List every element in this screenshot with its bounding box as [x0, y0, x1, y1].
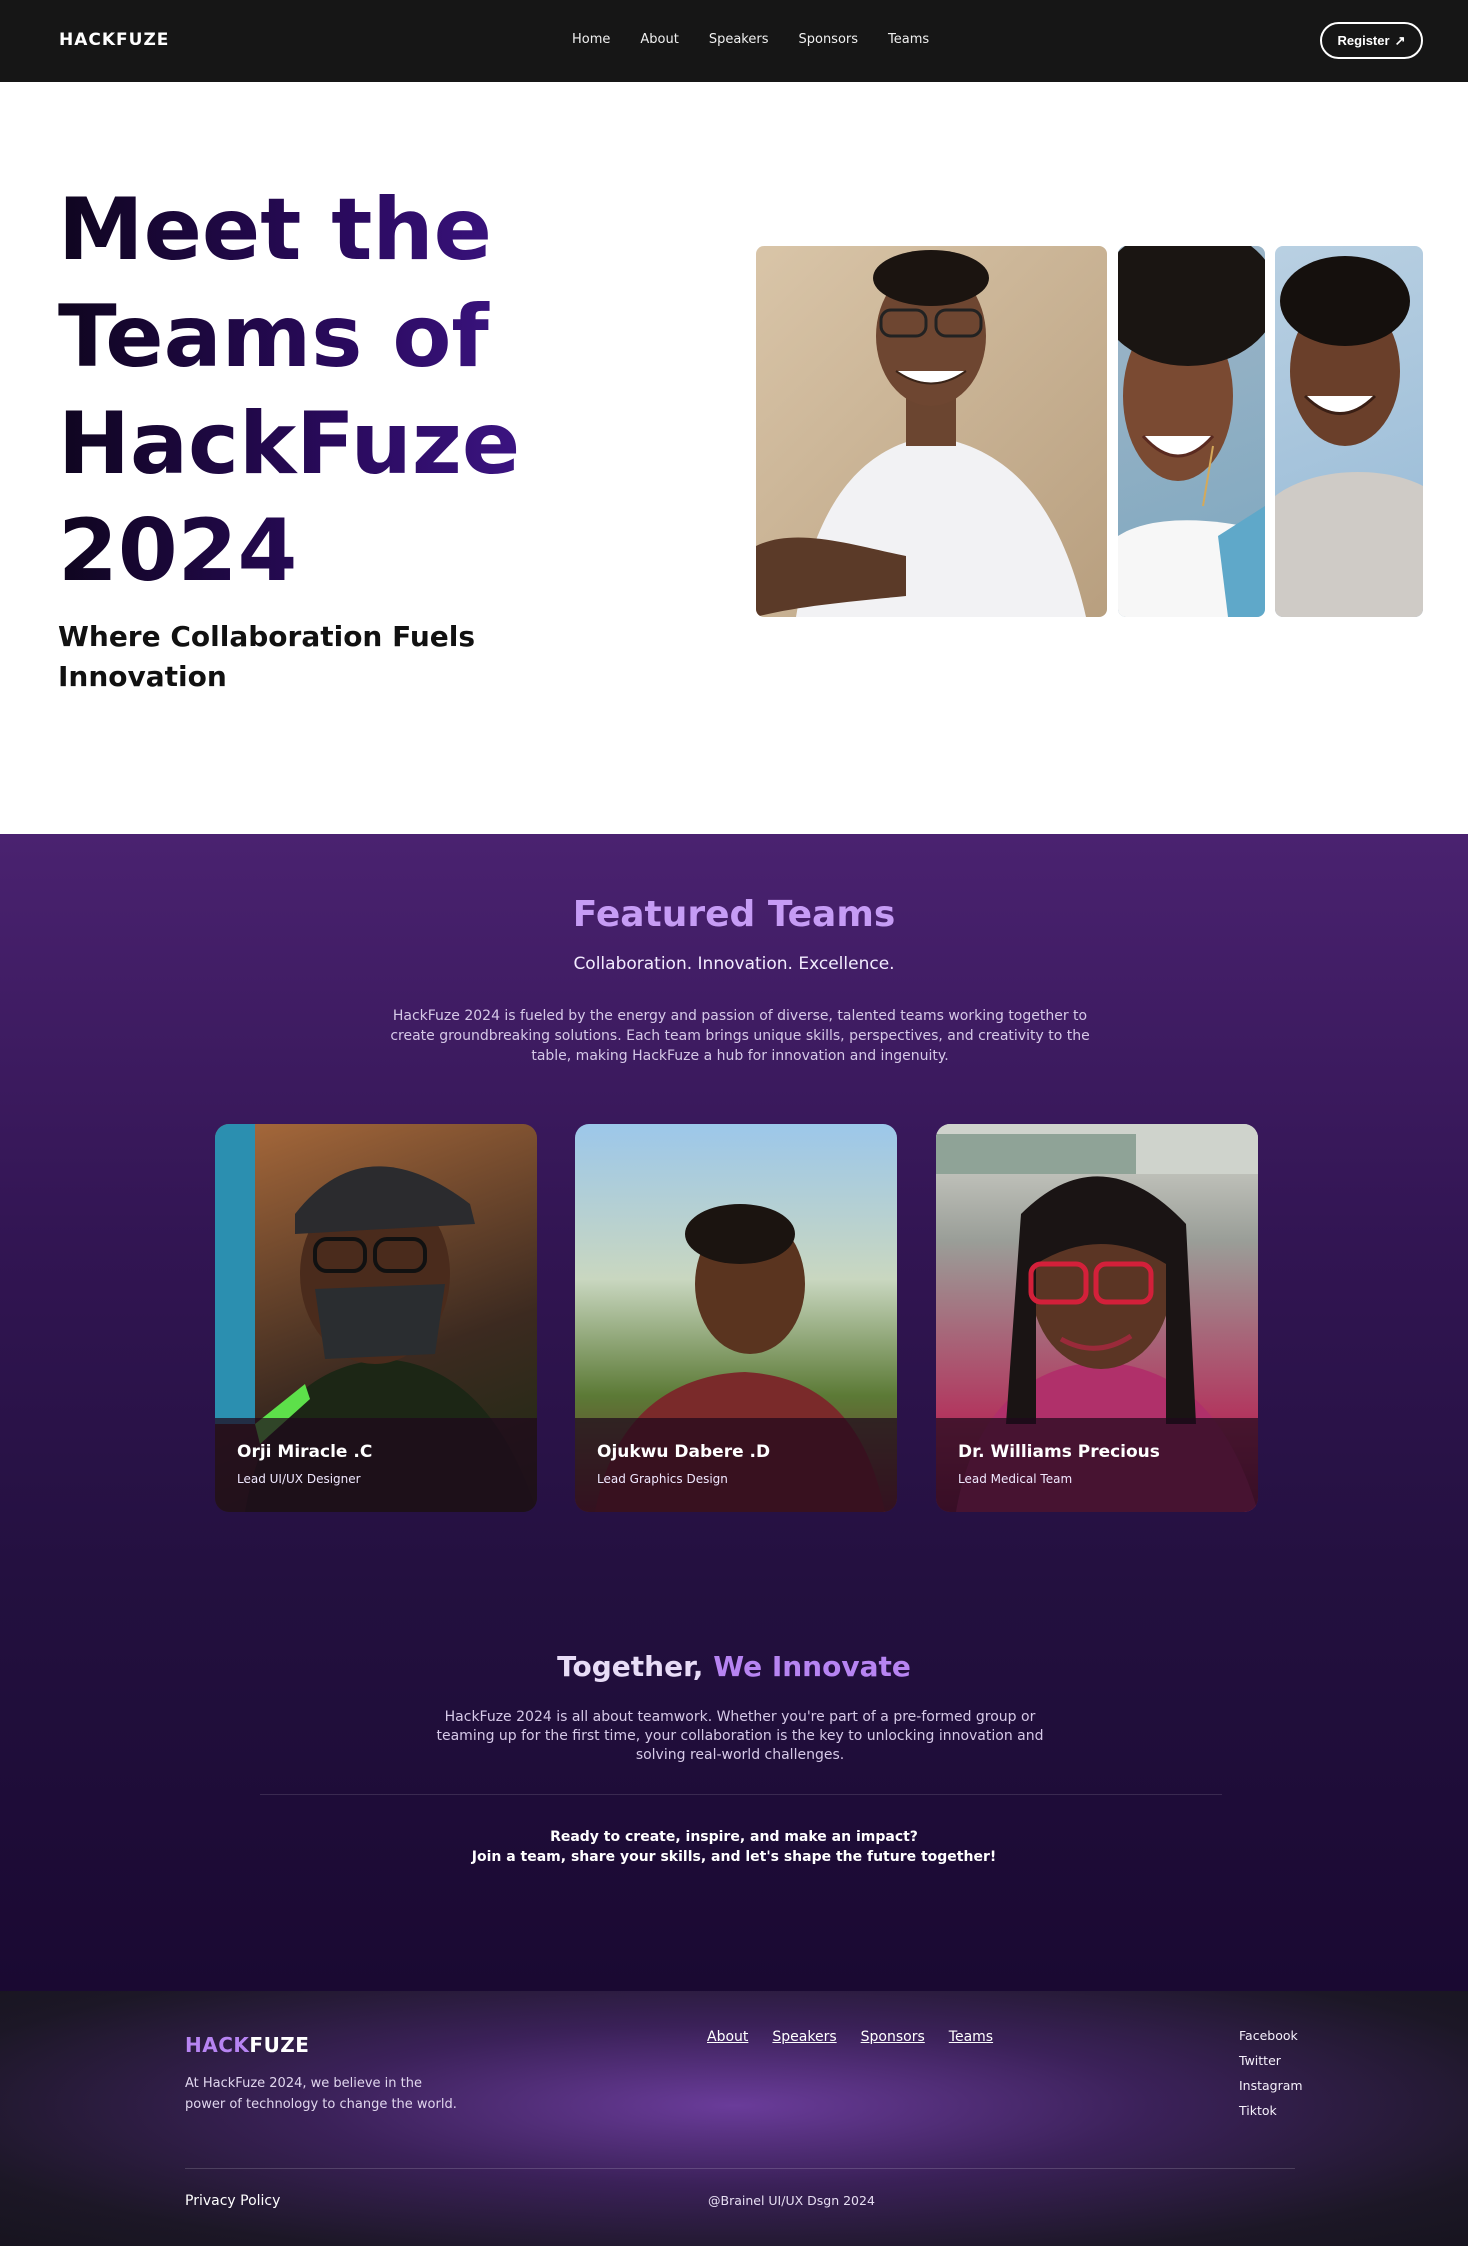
team-card-name: Dr. Williams Precious: [958, 1442, 1160, 1462]
footer-link-teams[interactable]: Teams: [949, 2029, 993, 2045]
nav-link-speakers[interactable]: Speakers: [709, 32, 769, 47]
footer-divider: [185, 2168, 1295, 2169]
together-description: HackFuze 2024 is all about teamwork. Whe…: [436, 1709, 1044, 1763]
footer-logo-fuze: FUZE: [249, 2033, 310, 2057]
footer-link-about[interactable]: About: [707, 2029, 748, 2045]
team-card[interactable]: Ojukwu Dabere .D Lead Graphics Design: [575, 1124, 897, 1512]
cta-line-2: Join a team, share your skills, and let'…: [471, 1849, 997, 1865]
section-divider: [260, 1794, 1222, 1795]
team-card-name: Ojukwu Dabere .D: [597, 1442, 771, 1462]
cta-line-1: Ready to create, inspire, and make an im…: [550, 1829, 918, 1845]
team-card-role: Lead Graphics Design: [597, 1472, 728, 1486]
team-card-role: Lead UI/UX Designer: [237, 1472, 361, 1486]
together-title-part1: Together,: [557, 1650, 714, 1683]
cta-text: Ready to create, inspire, and make an im…: [0, 1827, 1468, 1867]
footer-logo-hack: HACK: [185, 2033, 250, 2057]
nav-link-sponsors[interactable]: Sponsors: [798, 32, 858, 47]
footer: HACKFUZE At HackFuze 2024, we believe in…: [0, 1991, 1468, 2246]
top-nav: HACKFUZE Home About Speakers Sponsors Te…: [0, 0, 1468, 82]
team-card-name: Orji Miracle .C: [237, 1442, 373, 1462]
team-card-info: Dr. Williams Precious Lead Medical Team: [936, 1418, 1258, 1512]
footer-about: At HackFuze 2024, we believe in the powe…: [185, 2076, 457, 2112]
social-link-facebook[interactable]: Facebook: [1239, 2028, 1303, 2043]
footer-link-sponsors[interactable]: Sponsors: [861, 2029, 925, 2045]
team-card[interactable]: Dr. Williams Precious Lead Medical Team: [936, 1124, 1258, 1512]
footer-link-speakers[interactable]: Speakers: [772, 2029, 836, 2045]
hero-photo-man-glasses: [756, 246, 1107, 617]
hero-subtitle: Where Collaboration Fuels Innovation: [58, 620, 476, 693]
social-link-instagram[interactable]: Instagram: [1239, 2078, 1303, 2093]
featured-title: Featured Teams: [572, 894, 896, 935]
nav-link-about[interactable]: About: [640, 32, 678, 47]
footer-copyright: @Brainel UI/UX Dsgn 2024: [708, 2193, 875, 2208]
register-button[interactable]: Register ↗: [1320, 22, 1423, 59]
together-title-accent: We Innovate: [713, 1650, 911, 1683]
featured-tagline: Collaboration. Innovation. Excellence.: [573, 954, 895, 974]
footer-social-links: Facebook Twitter Instagram Tiktok: [1239, 2028, 1303, 2118]
arrow-up-right-icon: ↗: [1394, 32, 1406, 48]
nav-link-home[interactable]: Home: [572, 32, 610, 47]
hero-title: Meet the Teams of HackFuze 2024: [58, 177, 538, 605]
social-link-twitter[interactable]: Twitter: [1239, 2053, 1303, 2068]
nav-logo[interactable]: HACKFUZE: [59, 30, 169, 50]
hero-photo-woman-laughing: [1118, 246, 1265, 617]
hero-section: Meet the Teams of HackFuze 2024 Where Co…: [0, 82, 1468, 834]
register-label: Register: [1337, 33, 1390, 48]
team-card[interactable]: Orji Miracle .C Lead UI/UX Designer: [215, 1124, 537, 1512]
team-card-info: Orji Miracle .C Lead UI/UX Designer: [215, 1418, 537, 1512]
social-link-tiktok[interactable]: Tiktok: [1239, 2103, 1303, 2118]
footer-links: About Speakers Sponsors Teams: [707, 2029, 993, 2045]
featured-description: HackFuze 2024 is fueled by the energy an…: [390, 1008, 1090, 1064]
nav-links: Home About Speakers Sponsors Teams: [572, 32, 929, 47]
team-card-info: Ojukwu Dabere .D Lead Graphics Design: [575, 1418, 897, 1512]
footer-logo[interactable]: HACKFUZE: [185, 2033, 309, 2057]
nav-link-teams[interactable]: Teams: [888, 32, 929, 47]
team-card-role: Lead Medical Team: [958, 1472, 1073, 1486]
together-title: Together, We Innovate: [0, 1650, 1468, 1683]
featured-teams-section: Featured Teams Collaboration. Innovation…: [0, 834, 1468, 1991]
privacy-policy-link[interactable]: Privacy Policy: [185, 2193, 280, 2209]
hero-photo-man-hoodie: [1275, 246, 1423, 617]
